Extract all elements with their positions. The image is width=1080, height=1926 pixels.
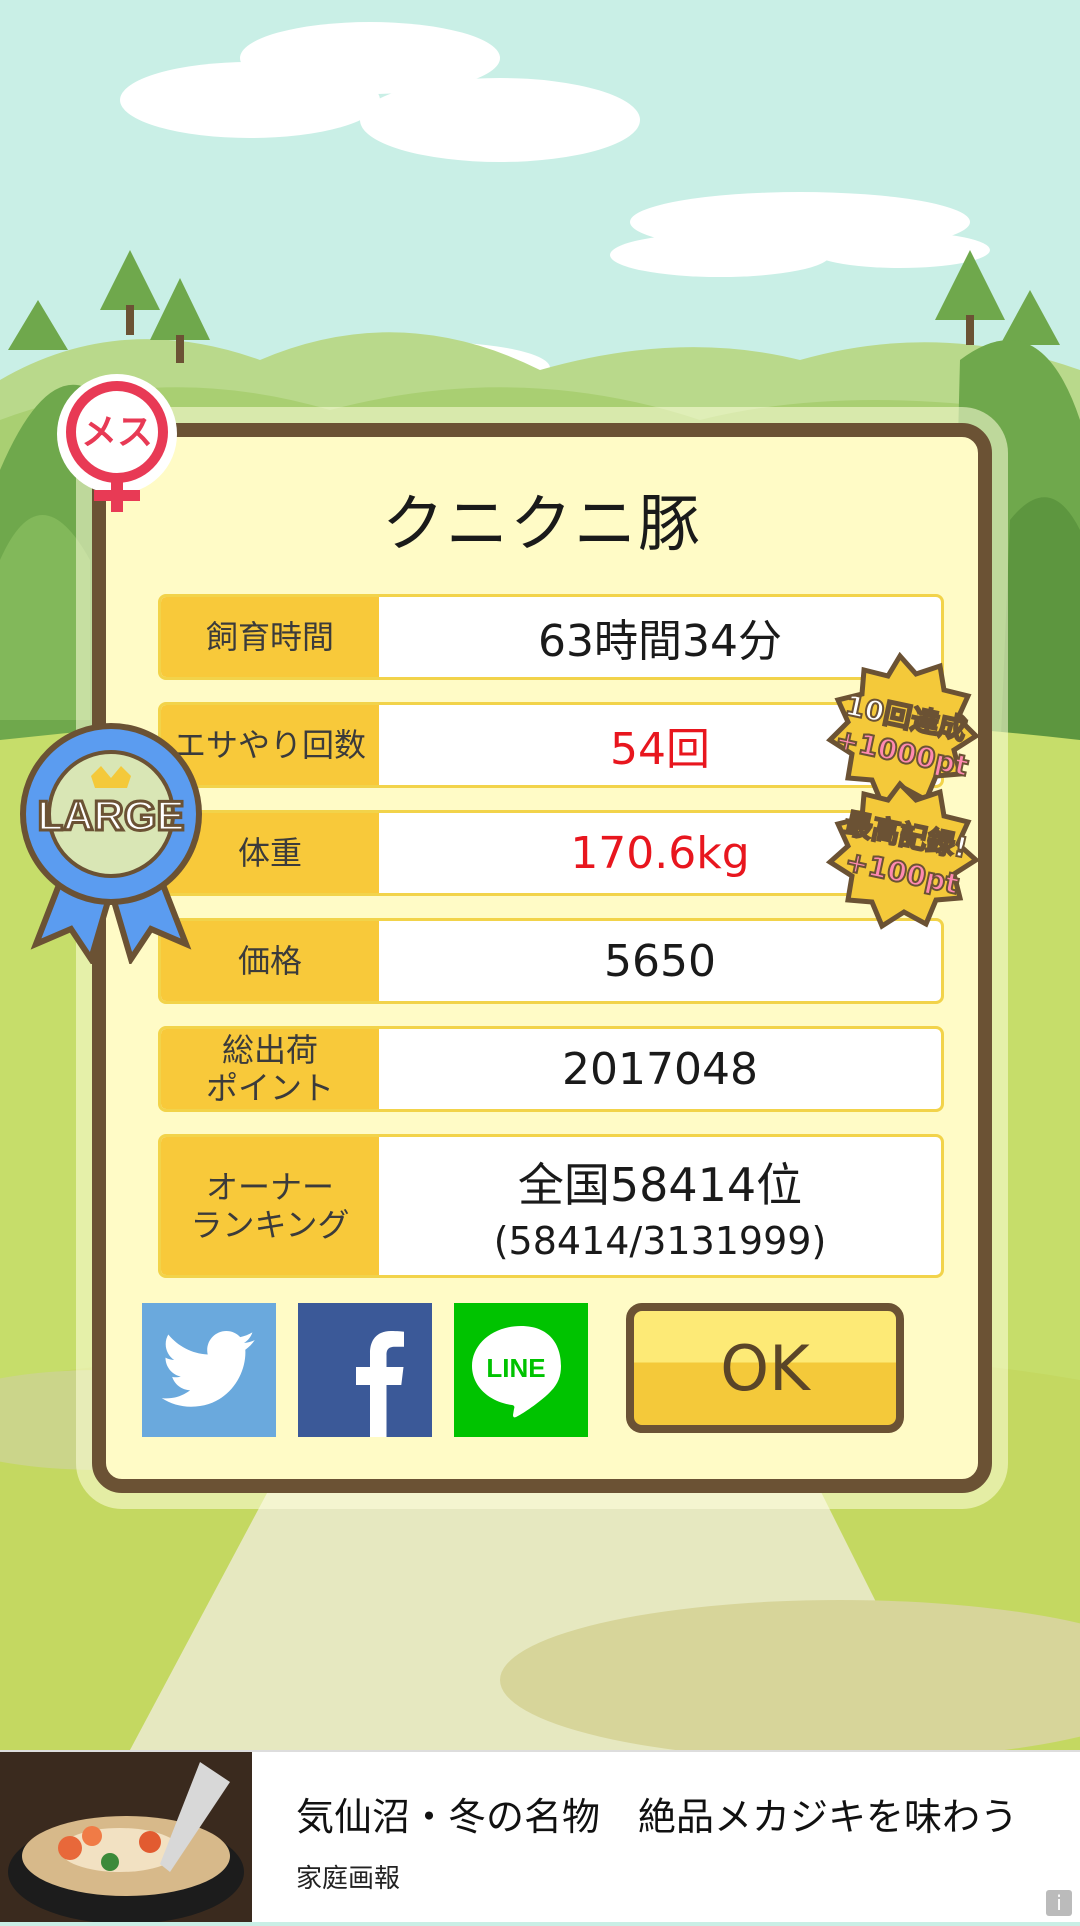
twitter-icon — [161, 1331, 255, 1407]
female-badge-icon: メス — [50, 372, 184, 522]
facebook-share-button[interactable] — [298, 1303, 432, 1437]
stat-value: 2017048 — [562, 1043, 758, 1095]
twitter-share-button[interactable] — [142, 1303, 276, 1437]
ad-banner[interactable]: 気仙沼・冬の名物 絶品メカジキを味わう 家庭画報 i — [0, 1750, 1080, 1924]
large-ribbon-icon: LARGE — [16, 714, 206, 967]
line-icon: LINE — [472, 1326, 561, 1418]
result-dialog: クニクニ豚 飼育時間 63時間34分 エサやり回数 54回 体重 170.6kg… — [92, 423, 992, 1493]
ad-info-icon[interactable]: i — [1046, 1890, 1072, 1916]
stat-row-owner-ranking: オーナー ランキング 全国58414位 (58414/3131999) — [158, 1134, 944, 1278]
stat-row-shipping-points: 総出荷 ポイント 2017048 — [158, 1026, 944, 1112]
ad-title[interactable]: 気仙沼・冬の名物 絶品メカジキを味わう — [296, 1786, 1018, 1841]
pig-name-title: クニクニ豚 — [381, 487, 702, 560]
ranking-position: 全国58414位 — [517, 1158, 803, 1212]
achievement-badge-record: 最高記録! +100pt — [820, 780, 981, 930]
ranking-detail: (58414/3131999) — [493, 1219, 827, 1263]
line-share-button[interactable]: LINE — [454, 1303, 588, 1437]
ok-button[interactable]: OK — [626, 1303, 904, 1433]
ribbon-label: LARGE — [38, 792, 185, 839]
line-label: LINE — [486, 1353, 545, 1383]
stat-label: 飼育時間 — [161, 597, 379, 677]
ranking-value: 全国58414位 (58414/3131999) — [379, 1137, 941, 1275]
ad-food-image[interactable] — [0, 1752, 252, 1924]
gender-label: メス — [81, 412, 153, 453]
stat-row-price: 価格 5650 — [158, 918, 944, 1004]
ad-source: 家庭画報 — [296, 1864, 401, 1894]
stat-label: オーナー ランキング — [161, 1137, 379, 1275]
stat-label: 総出荷 ポイント — [161, 1029, 379, 1109]
stat-value: 5650 — [604, 935, 716, 987]
facebook-icon — [356, 1331, 404, 1437]
